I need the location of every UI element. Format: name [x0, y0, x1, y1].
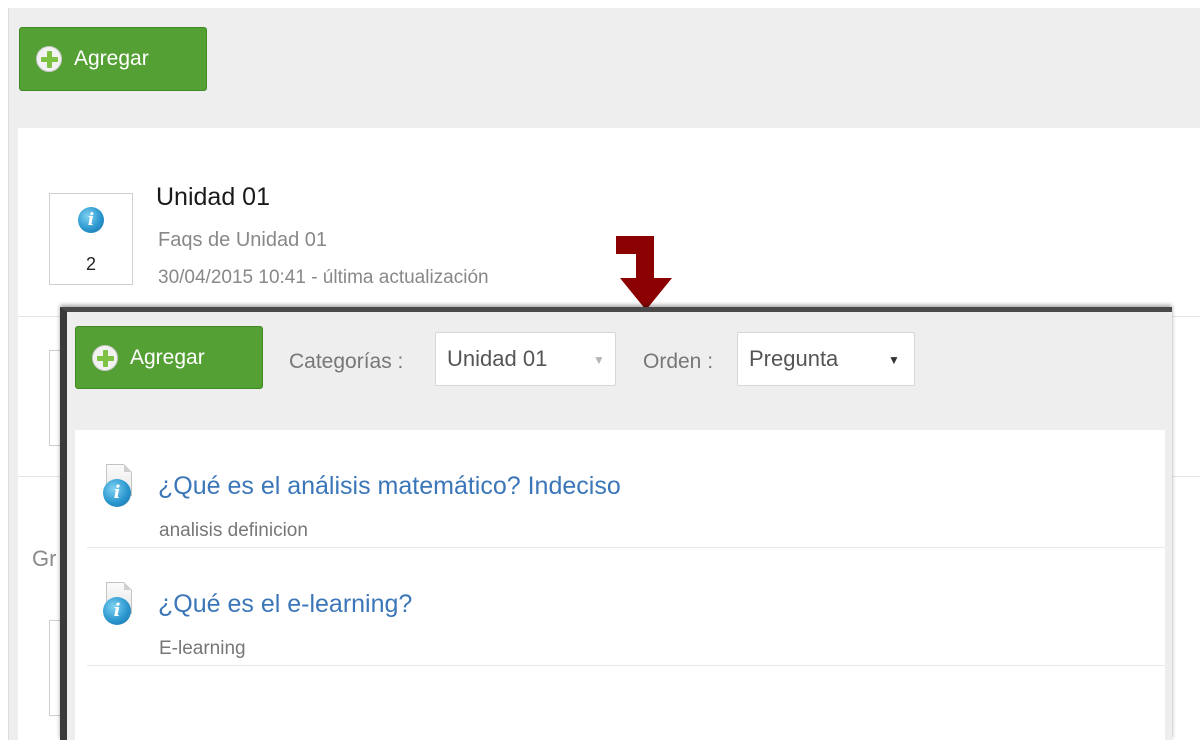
faq-tags: analisis definicion — [159, 520, 308, 541]
faq-count: 2 — [85, 254, 96, 274]
list-item[interactable]: i ¿Qué es el análisis matemático? Indeci… — [75, 430, 1165, 548]
faq-panel: Agregar Categorías : Unidad 01 ▼ Orden :… — [60, 307, 1172, 740]
categories-label: Categorías : — [289, 350, 404, 373]
partial-heading: Gr — [32, 546, 57, 571]
faq-tags: E-learning — [159, 638, 246, 659]
unit-title[interactable]: Unidad 01 — [156, 183, 270, 212]
plus-circle-icon — [36, 46, 62, 72]
plus-circle-icon — [92, 344, 118, 371]
caret-down-icon: ▼ — [593, 353, 605, 367]
add-faq-button[interactable]: Agregar — [75, 326, 263, 389]
divider — [87, 665, 1165, 666]
document-info-icon: i — [103, 582, 139, 626]
categories-value: Unidad 01 — [447, 346, 548, 371]
list-item[interactable]: i ¿Qué es el e-learning? E-learning — [75, 548, 1165, 666]
unit-updated: 30/04/2015 10:41 - última actualización — [158, 267, 489, 288]
unit-subtitle: Faqs de Unidad 01 — [158, 229, 328, 251]
faq-title[interactable]: ¿Qué es el análisis matemático? Indeciso — [158, 472, 621, 501]
add-button[interactable]: Agregar — [19, 27, 207, 91]
faq-list: i ¿Qué es el análisis matemático? Indeci… — [75, 430, 1165, 740]
order-label: Orden : — [643, 350, 714, 373]
document-info-icon: i — [103, 464, 139, 508]
order-select[interactable]: Pregunta ▼ — [737, 332, 915, 386]
info-icon: i — [78, 207, 104, 233]
faq-title[interactable]: ¿Qué es el e-learning? — [158, 590, 412, 619]
down-arrow-icon — [616, 236, 672, 310]
screen: Agregar i 2 Unidad 01 Faqs de Unidad 01 … — [0, 0, 1200, 740]
order-value: Pregunta — [749, 346, 839, 371]
add-faq-button-label: Agregar — [130, 345, 205, 369]
unit-badge[interactable]: i 2 — [49, 193, 133, 285]
categories-select[interactable]: Unidad 01 ▼ — [435, 332, 616, 386]
caret-down-icon: ▼ — [888, 353, 900, 367]
add-button-label: Agregar — [74, 47, 149, 70]
